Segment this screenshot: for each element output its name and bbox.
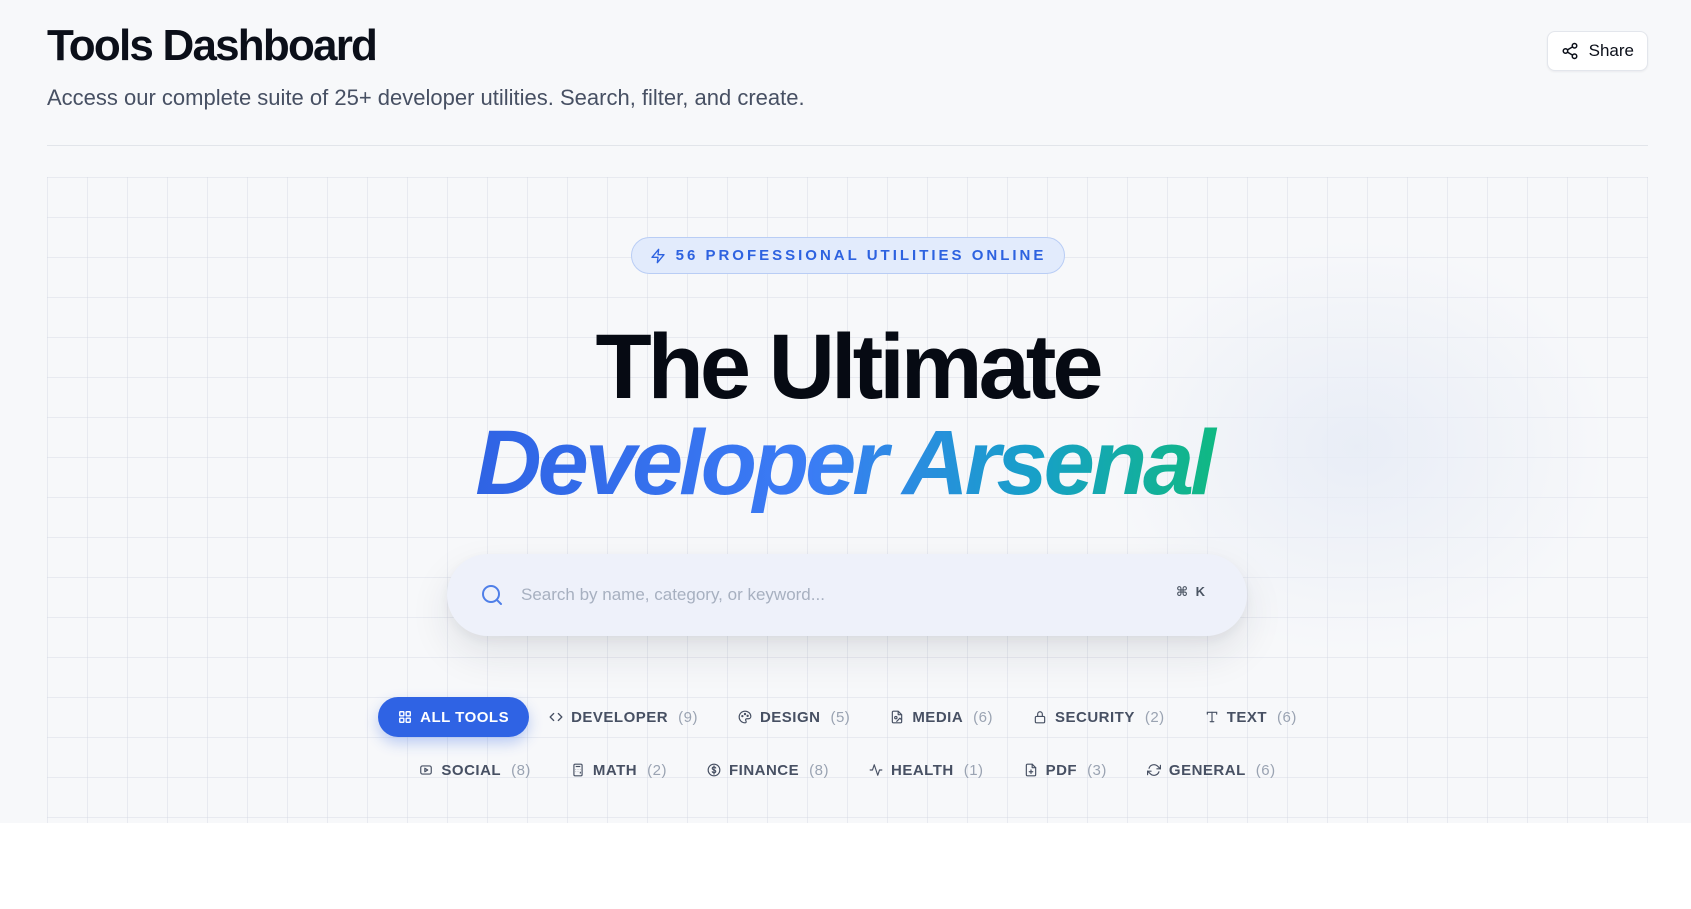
activity-icon <box>869 764 883 776</box>
page-title: Tools Dashboard <box>47 21 378 70</box>
filter-label: SOCIAL <box>441 761 502 779</box>
keyboard-shortcut-hint: ⌘ K <box>1175 584 1207 599</box>
header: Tools Dashboard Access our complete suit… <box>47 20 1648 112</box>
filter-count: (3) <box>1087 761 1107 779</box>
dollar-icon <box>707 763 721 777</box>
filter-label: DEVELOPER <box>571 708 669 726</box>
search-bar: ⌘ K <box>447 554 1247 636</box>
filter-label: PDF <box>1045 761 1078 779</box>
filter-finance[interactable]: FINANCE (8) <box>687 750 849 790</box>
filter-count: (1) <box>963 761 984 779</box>
filter-label: HEALTH <box>891 761 954 779</box>
filter-label: MEDIA <box>912 708 964 726</box>
image-file-icon <box>892 710 903 724</box>
page-subtitle: Access our complete suite of 25+ develop… <box>47 85 805 110</box>
refresh-icon <box>1146 764 1161 776</box>
utilities-badge: 56 PROFESSIONAL UTILITIES ONLINE <box>631 237 1065 274</box>
filter-label: DESIGN <box>759 708 821 726</box>
calculator-icon <box>573 763 583 777</box>
file-plus-icon <box>1025 763 1036 777</box>
filter-label: MATH <box>592 761 638 779</box>
filter-pdf[interactable]: PDF (3) <box>1004 750 1127 790</box>
page: Tools Dashboard Access our complete suit… <box>0 0 1691 823</box>
grid-icon <box>399 711 412 723</box>
video-icon <box>420 765 433 775</box>
hero-headline-line2: Developer Arsenal <box>47 413 1648 513</box>
filter-text[interactable]: TEXT (6) <box>1185 697 1317 737</box>
filter-label: FINANCE <box>728 761 800 779</box>
badge-label: 56 PROFESSIONAL UTILITIES ONLINE <box>675 247 1047 264</box>
filter-count: (8) <box>511 761 531 779</box>
filter-label: TEXT <box>1226 708 1268 726</box>
header-divider <box>47 145 1648 146</box>
category-filters-row-2: SOCIAL (8) MATH (2) FINANCE (8) HEALTH (… <box>47 750 1648 790</box>
palette-icon <box>738 710 752 724</box>
filter-health[interactable]: HEALTH (1) <box>849 750 1004 790</box>
filter-label: ALL TOOLS <box>420 708 510 726</box>
filter-security[interactable]: SECURITY (2) <box>1013 697 1185 737</box>
hero-section: 56 PROFESSIONAL UTILITIES ONLINE The Ult… <box>47 177 1648 823</box>
filter-label: SECURITY <box>1055 708 1135 726</box>
filter-count: (2) <box>1144 708 1165 726</box>
filter-count: (9) <box>678 708 698 726</box>
hero-headline-gradient-text: Developer Arsenal <box>475 412 1220 514</box>
share-icon <box>1562 42 1578 60</box>
filter-count: (6) <box>1255 761 1276 779</box>
filter-social[interactable]: SOCIAL (8) <box>399 750 551 790</box>
filter-count: (2) <box>647 761 667 779</box>
filter-math[interactable]: MATH (2) <box>551 750 687 790</box>
filter-all-tools[interactable]: ALL TOOLS <box>378 697 530 737</box>
filter-count: (6) <box>1277 708 1297 726</box>
lightning-icon <box>650 248 665 263</box>
hero-headline-line1: The Ultimate <box>595 316 1103 418</box>
code-icon <box>549 712 563 722</box>
filter-general[interactable]: GENERAL (6) <box>1127 750 1296 790</box>
filter-count: (5) <box>830 708 851 726</box>
type-icon <box>1206 711 1217 723</box>
search-input[interactable] <box>521 572 1151 618</box>
filter-developer[interactable]: DEVELOPER (9) <box>529 697 718 737</box>
share-label: Share <box>1588 41 1634 60</box>
share-button[interactable]: Share <box>1546 31 1648 71</box>
search-icon <box>482 585 502 605</box>
filter-media[interactable]: MEDIA (6) <box>870 697 1013 737</box>
filter-label: GENERAL <box>1168 761 1246 779</box>
filter-count: (6) <box>973 708 993 726</box>
lock-icon <box>1034 711 1046 724</box>
filter-count: (8) <box>809 761 829 779</box>
filter-design[interactable]: DESIGN (5) <box>718 697 870 737</box>
category-filters-row-1: ALL TOOLS DEVELOPER (9) DESIGN (5) MEDIA… <box>47 697 1648 737</box>
